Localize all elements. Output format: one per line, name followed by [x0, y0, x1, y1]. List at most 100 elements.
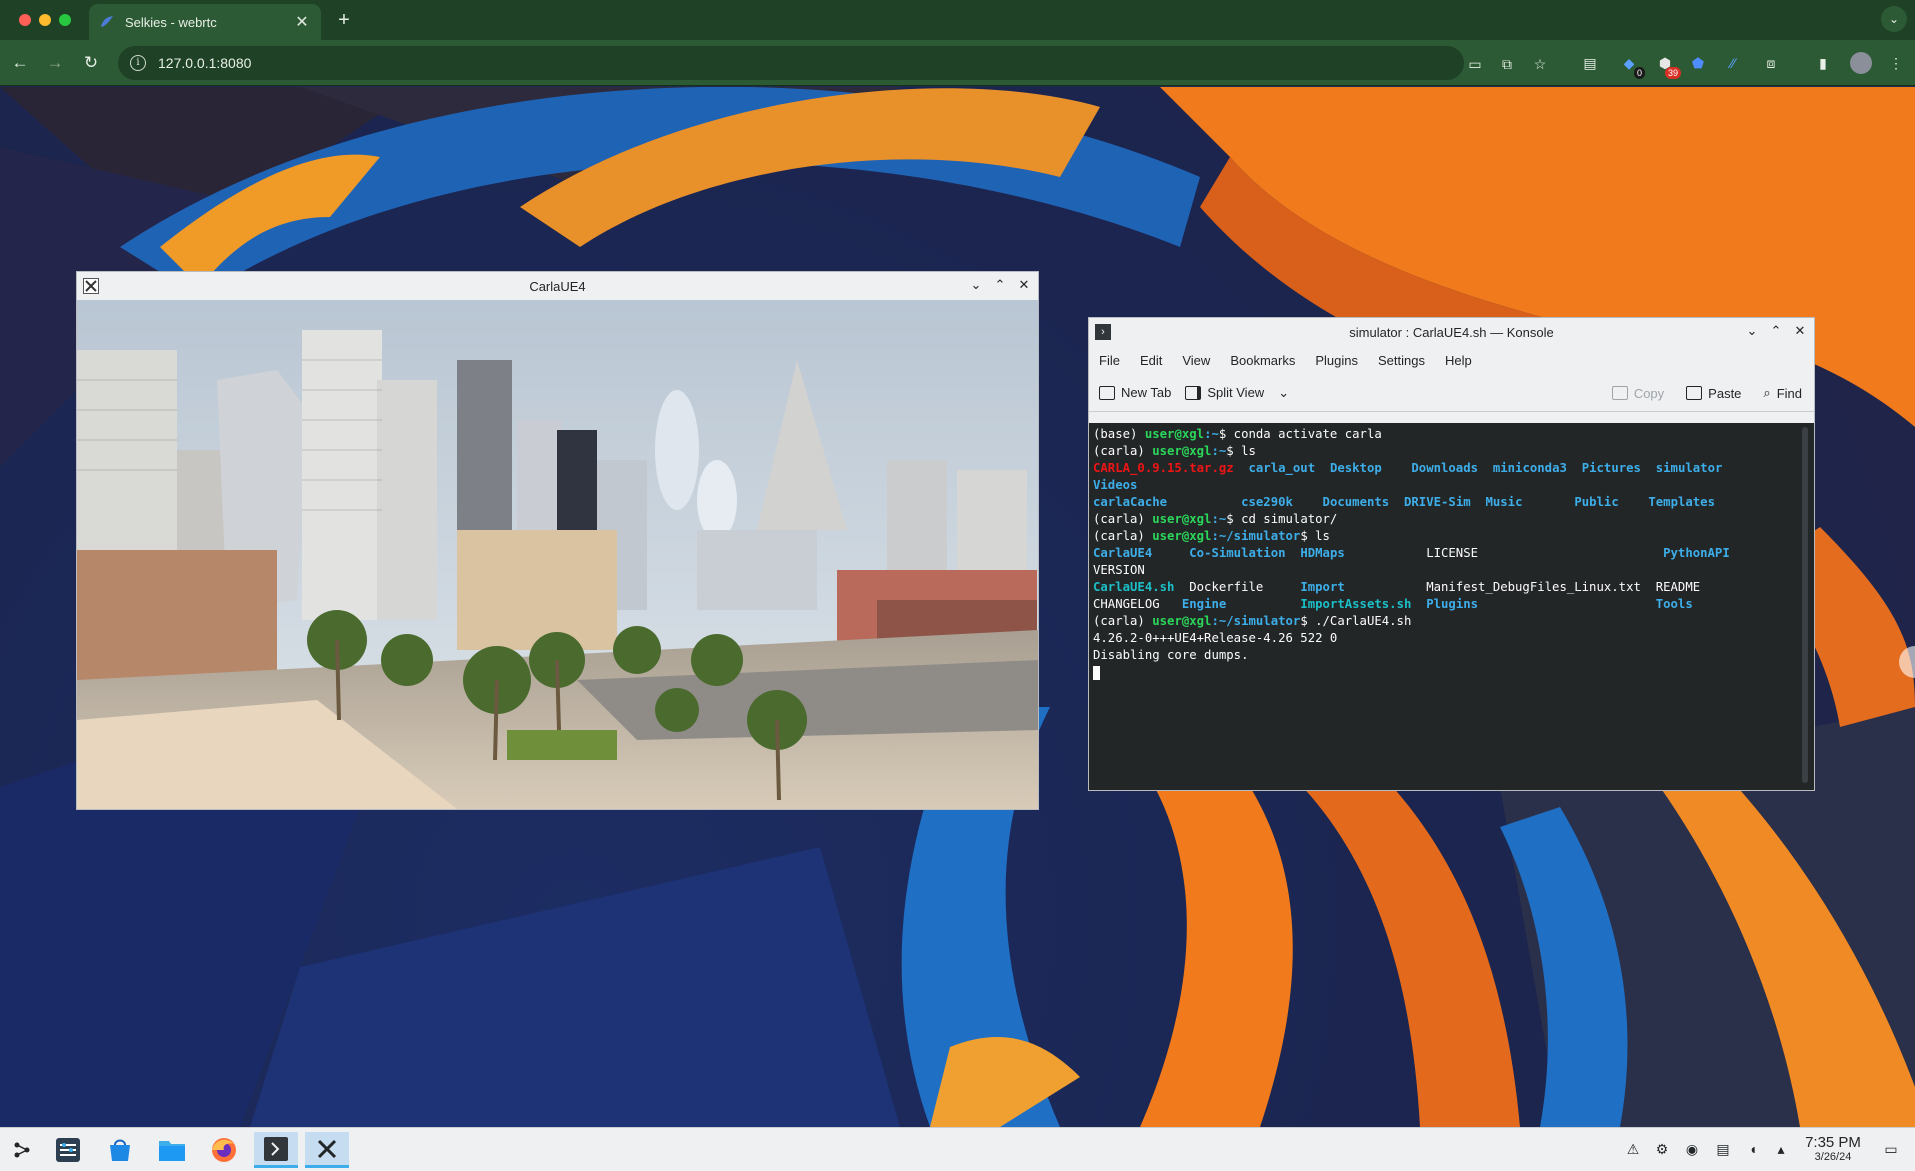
terminal-line: (carla) user@xgl:~$ cd simulator/: [1093, 512, 1338, 526]
clock[interactable]: 7:35 PM 3/26/24: [1798, 1134, 1868, 1163]
minimize-window-button[interactable]: [39, 14, 51, 26]
menu-file[interactable]: File: [1099, 353, 1120, 368]
tab-close-icon[interactable]: ✕: [293, 12, 311, 32]
terminal-scrollbar[interactable]: [1802, 427, 1808, 783]
ls-row: CarlaUE4 Co-Simulation HDMaps LICENSE Py…: [1093, 546, 1730, 560]
konsole-titlebar[interactable]: › simulator : CarlaUE4.sh — Konsole ⌄ ⌃ …: [1089, 318, 1814, 346]
browser-tabbar: Selkies - webrtc ✕ + ⌄: [0, 0, 1915, 40]
close-window-button[interactable]: [19, 14, 31, 26]
site-info-icon[interactable]: i: [130, 55, 146, 71]
forward-arrow-icon[interactable]: →: [44, 52, 66, 74]
notes-icon[interactable]: ▤: [1580, 53, 1600, 73]
firefox-button[interactable]: [202, 1132, 246, 1168]
carla-window-title: CarlaUE4: [529, 278, 586, 294]
extension-badge-icon[interactable]: ◆ 0: [1619, 53, 1645, 79]
discover-button[interactable]: [98, 1132, 142, 1168]
terminal-line: 4.26.2-0+++UE4+Release-4.26 522 0: [1093, 631, 1338, 645]
notifications-icon[interactable]: ⚠: [1624, 1140, 1642, 1158]
browser-tab-selkies[interactable]: Selkies - webrtc ✕: [89, 4, 321, 40]
close-icon[interactable]: ✕: [1792, 323, 1808, 339]
side-panel-icon[interactable]: ▮: [1813, 53, 1833, 73]
konsole-icon: [264, 1136, 288, 1161]
ls-row: Videos: [1093, 478, 1138, 492]
menu-help[interactable]: Help: [1445, 353, 1472, 368]
new-tab-button[interactable]: +: [333, 9, 355, 32]
carla-viewport[interactable]: [77, 300, 1038, 809]
shield-icon[interactable]: ⬟: [1688, 53, 1708, 73]
konsole-icon: ›: [1095, 324, 1111, 340]
clipboard-icon[interactable]: ▤: [1714, 1140, 1732, 1158]
tab-search-chevron-icon[interactable]: ⌄: [1881, 6, 1907, 32]
carla-titlebar[interactable]: CarlaUE4 ⌄ ⌃ ✕: [77, 272, 1038, 300]
maximize-icon[interactable]: ⌃: [1768, 323, 1784, 339]
terminal-line: Disabling core dumps.: [1093, 648, 1249, 662]
ls-row: CHANGELOG Engine ImportAssets.sh Plugins…: [1093, 597, 1693, 611]
konsole-window-title: simulator : CarlaUE4.sh — Konsole: [1349, 324, 1554, 340]
terminal-cursor: [1093, 665, 1100, 680]
url-text: 127.0.0.1:8080: [158, 55, 252, 71]
clock-time: 7:35 PM: [1805, 1134, 1861, 1151]
reload-icon[interactable]: ↻: [80, 52, 102, 74]
minimize-icon[interactable]: ⌄: [968, 277, 984, 293]
kde-connect-icon[interactable]: ⚙: [1653, 1140, 1671, 1158]
carla-window[interactable]: CarlaUE4 ⌄ ⌃ ✕: [76, 271, 1039, 810]
x-window-icon: [317, 1139, 337, 1158]
maximize-icon[interactable]: ⌃: [992, 277, 1008, 293]
address-bar[interactable]: i 127.0.0.1:8080 ▭ ⧉ ☆: [118, 46, 1546, 80]
update-icon[interactable]: ◉: [1683, 1140, 1701, 1158]
ls-row: VERSION: [1093, 563, 1145, 577]
konsole-window[interactable]: › simulator : CarlaUE4.sh — Konsole ⌄ ⌃ …: [1088, 317, 1815, 791]
konsole-taskbar-button[interactable]: [254, 1132, 298, 1168]
ls-row: CarlaUE4.sh Dockerfile Import Manifest_D…: [1093, 580, 1701, 594]
menu-view[interactable]: View: [1182, 353, 1210, 368]
konsole-toolbar: New Tab Split View ⌄ Copy Paste ⌕ Find: [1089, 374, 1814, 412]
puzzle-icon[interactable]: ⧈: [1761, 53, 1781, 73]
paste-icon: [1686, 386, 1703, 400]
ls-row: carlaCache cse290k Documents DRIVE-Sim M…: [1093, 495, 1715, 509]
discover-icon: [110, 1139, 130, 1161]
menu-settings[interactable]: Settings: [1378, 353, 1425, 368]
bookmark-star-icon[interactable]: ☆: [1531, 55, 1549, 73]
ublock-icon[interactable]: ⬢ 39: [1655, 53, 1681, 79]
file-manager-button[interactable]: [150, 1132, 194, 1168]
terminal-line: (carla) user@xgl:~/simulator$ ls: [1093, 529, 1330, 543]
split-view-button[interactable]: Split View ⌄: [1185, 385, 1289, 401]
volume-icon[interactable]: ◖: [1744, 1140, 1762, 1158]
x-window-taskbar-button[interactable]: [305, 1132, 349, 1168]
paste-button[interactable]: Paste: [1686, 386, 1741, 401]
selkies-favicon-icon: [99, 14, 115, 30]
maximize-window-button[interactable]: [59, 14, 71, 26]
app-launcher-button[interactable]: [0, 1132, 44, 1168]
system-settings-button[interactable]: [46, 1132, 90, 1168]
back-arrow-icon[interactable]: ←: [9, 52, 31, 74]
firefox-icon: [212, 1138, 236, 1162]
find-button[interactable]: ⌕ Find: [1763, 385, 1802, 401]
menu-plugins[interactable]: Plugins: [1315, 353, 1358, 368]
terminal-output[interactable]: (base) user@xgl:~$ conda activate carla …: [1089, 423, 1814, 790]
terminal-line: (carla) user@xgl:~$ ls: [1093, 444, 1256, 458]
copy-icon: [1611, 386, 1628, 400]
city-scene-image: [77, 300, 1038, 809]
copy-button[interactable]: Copy: [1611, 386, 1664, 401]
menu-bookmarks[interactable]: Bookmarks: [1230, 353, 1295, 368]
close-icon[interactable]: ✕: [1016, 277, 1032, 293]
chevron-down-icon[interactable]: ⌄: [1278, 385, 1289, 401]
minimize-icon[interactable]: ⌄: [1744, 323, 1760, 339]
terminal-line: (base) user@xgl:~$ conda activate carla: [1093, 427, 1382, 441]
split-view-icon: [1185, 385, 1202, 400]
show-desktop-icon[interactable]: ▭: [1882, 1140, 1900, 1158]
new-tab-button[interactable]: New Tab: [1099, 385, 1171, 400]
profile-avatar[interactable]: [1850, 52, 1872, 74]
system-settings-icon: [56, 1138, 80, 1162]
new-tab-icon: [1099, 385, 1115, 400]
install-app-icon[interactable]: ⧉: [1498, 55, 1516, 73]
konsole-menubar: File Edit View Bookmarks Plugins Setting…: [1089, 346, 1814, 374]
x-window-icon: [83, 278, 99, 294]
clipboard-icon[interactable]: ▭: [1466, 55, 1484, 73]
taskbar: ⚠ ⚙ ◉ ▤ ◖ ▴ 7:35 PM 3/26/24 ▭: [0, 1127, 1915, 1171]
tray-expand-chevron-icon[interactable]: ▴: [1772, 1140, 1790, 1158]
browser-menu-icon[interactable]: ⋮: [1886, 53, 1906, 73]
menu-edit[interactable]: Edit: [1140, 353, 1162, 368]
terminal-line: (carla) user@xgl:~/simulator$ ./CarlaUE4…: [1093, 614, 1412, 628]
ai-icon[interactable]: ⁄⁄: [1723, 53, 1743, 73]
